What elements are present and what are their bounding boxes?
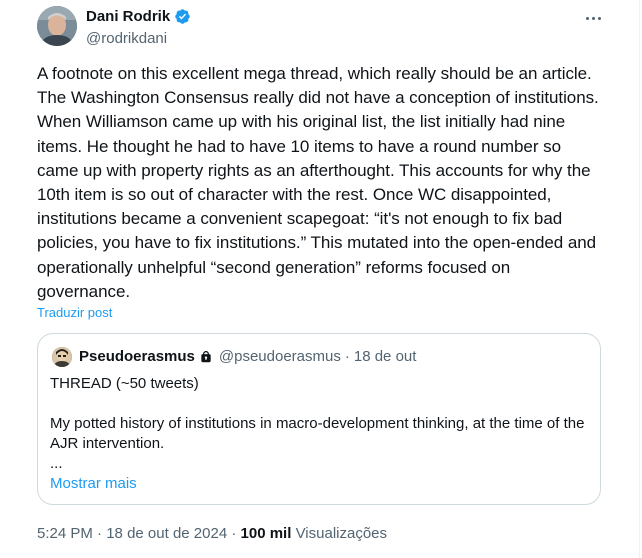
quote-text: THREAD (~50 tweets) My potted history of…	[50, 375, 585, 472]
tweet-text: A footnote on this excellent mega thread…	[37, 64, 604, 301]
lock-icon	[199, 350, 213, 364]
author-handle[interactable]: @rodrikdani	[86, 30, 167, 47]
author-name[interactable]: Dani Rodrik	[86, 8, 170, 25]
more-options-icon[interactable]	[582, 8, 604, 28]
translate-post-link[interactable]: Traduzir post	[37, 305, 112, 320]
quote-author-name: Pseudoerasmus	[79, 348, 195, 365]
quote-author-handle: @pseudoerasmus	[218, 348, 341, 365]
meta-separator: ·	[231, 525, 237, 542]
quote-separator: ·	[344, 348, 350, 365]
quote-timestamp: 18 de out	[353, 348, 417, 365]
author-name-row: Dani Rodrik	[86, 8, 191, 25]
views-count: 100 mil	[240, 525, 292, 542]
tweet-metadata: 5:24 PM · 18 de out de 2024 · 100 mil Vi…	[37, 525, 387, 542]
show-more-link[interactable]: Mostrar mais	[50, 475, 137, 492]
meta-separator: ·	[97, 525, 103, 542]
timeline-divider	[639, 0, 640, 558]
views-label: Visualizações	[295, 525, 388, 542]
post-date[interactable]: 18 de out de 2024	[106, 525, 227, 542]
quoted-tweet-card[interactable]: Pseudoerasmus @pseudoerasmus · 18 de out…	[37, 333, 601, 505]
verified-badge-icon	[174, 8, 191, 25]
quote-avatar	[52, 347, 72, 367]
quote-header: Pseudoerasmus @pseudoerasmus · 18 de out	[79, 348, 416, 365]
post-time[interactable]: 5:24 PM	[37, 525, 93, 542]
avatar[interactable]	[37, 6, 77, 46]
